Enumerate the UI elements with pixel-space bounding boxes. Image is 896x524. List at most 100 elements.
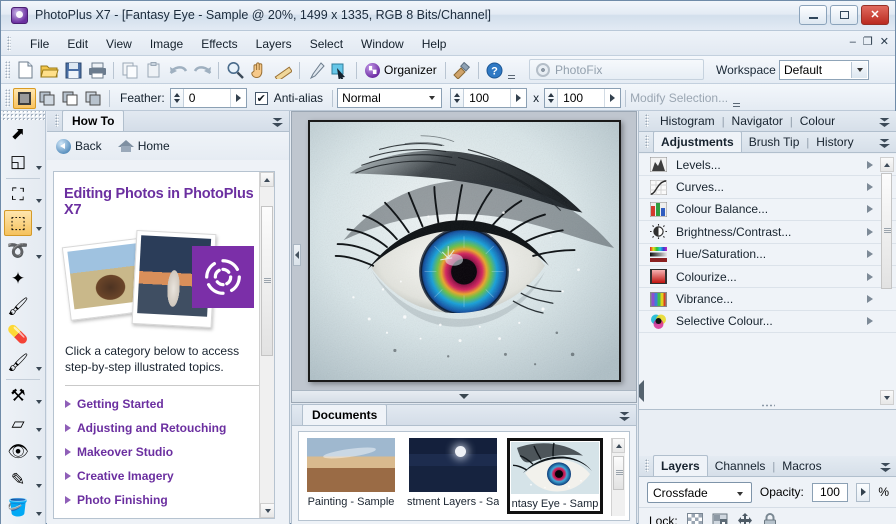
copy-icon[interactable] — [119, 59, 141, 81]
toolbar-overflow-icon[interactable] — [507, 61, 516, 79]
feather-value[interactable]: 0 — [184, 89, 230, 107]
tool-flyout-arrow-icon[interactable] — [36, 484, 42, 488]
top-dock-collapse-icon[interactable] — [878, 115, 891, 128]
collapse-panel-icon[interactable] — [271, 115, 284, 128]
adjustment-flyout-arrow-icon[interactable] — [867, 317, 873, 325]
document-thumbnail-item[interactable]: Painting - Sample — [303, 438, 399, 514]
lock-all-icon[interactable] — [762, 513, 778, 524]
adjustments-scroll-up-button[interactable] — [880, 157, 894, 172]
photofix-button[interactable]: PhotoFix — [529, 59, 704, 80]
canvas-collapse-left-icon[interactable] — [293, 244, 301, 266]
print-icon[interactable] — [86, 59, 108, 81]
clone-stamp-tool[interactable]: ⚒ — [1, 382, 44, 410]
adjustments-scroll-thumb[interactable] — [881, 173, 892, 289]
canvas-collapse-bottom-icon[interactable] — [292, 390, 636, 402]
adjustments-grip[interactable] — [645, 135, 649, 148]
adjustment-levels[interactable]: Levels... — [639, 154, 896, 176]
lock-transparency-icon[interactable] — [687, 513, 703, 524]
menu-item-image[interactable]: Image — [141, 34, 192, 54]
adjustment-selective-colour[interactable]: Selective Colour... — [639, 311, 896, 333]
menu-item-layers[interactable]: Layers — [247, 34, 301, 54]
open-file-icon[interactable] — [38, 59, 60, 81]
documents-scroll-up-button[interactable] — [612, 438, 625, 453]
red-eye-tool[interactable]: 👁 — [1, 438, 44, 466]
adjustment-flyout-arrow-icon[interactable] — [867, 205, 873, 213]
adjustment-flyout-arrow-icon[interactable] — [867, 295, 873, 303]
chevron-down-icon[interactable] — [851, 62, 867, 78]
anti-alias-checkbox[interactable]: ✔ — [255, 92, 268, 105]
workspace-select[interactable]: Default — [779, 60, 869, 80]
dock-collapse-left-icon[interactable] — [639, 385, 644, 397]
documents-scrollbar[interactable] — [611, 438, 625, 516]
adjustment-flyout-arrow-icon[interactable] — [867, 161, 873, 169]
documents-collapse-icon[interactable] — [618, 409, 631, 422]
layers-collapse-icon[interactable] — [879, 460, 892, 473]
lock-position-icon[interactable] — [737, 513, 753, 524]
tab-channels[interactable]: Channels — [708, 456, 773, 476]
width-spin-buttons[interactable] — [451, 89, 464, 107]
tab-navigator[interactable]: Navigator — [725, 111, 790, 131]
tool-flyout-arrow-icon[interactable] — [36, 227, 42, 231]
selection-brush-tool[interactable]: 🖌 — [1, 293, 44, 321]
sweep-brush-icon[interactable] — [451, 59, 473, 81]
adjustment-vibrance[interactable]: Vibrance... — [639, 288, 896, 310]
width-value[interactable]: 100 — [464, 89, 510, 107]
blend-mode-select[interactable]: Crossfade — [647, 482, 752, 503]
menu-item-help[interactable]: Help — [413, 34, 456, 54]
smudge-tool[interactable]: ✎ — [1, 466, 44, 494]
options-grip[interactable] — [5, 89, 10, 107]
adjustments-scrollbar[interactable] — [880, 157, 894, 405]
tool-flyout-arrow-icon[interactable] — [36, 255, 42, 259]
adjustment-flyout-arrow-icon[interactable] — [867, 228, 873, 236]
adjustments-collapse-icon[interactable] — [878, 136, 891, 149]
adjustment-colour-balance[interactable]: Colour Balance... — [639, 199, 896, 221]
selection-subtract-button[interactable] — [59, 88, 82, 109]
eraser-tool[interactable]: ▱ — [1, 410, 44, 438]
height-value[interactable]: 100 — [558, 89, 604, 107]
image-document[interactable] — [308, 120, 621, 382]
undo-icon[interactable] — [167, 59, 189, 81]
menu-item-view[interactable]: View — [97, 34, 141, 54]
organizer-button[interactable]: Organizer — [361, 62, 441, 79]
lock-image-pixels-icon[interactable] — [712, 513, 728, 524]
howto-category-getting-started[interactable]: Getting Started — [54, 392, 274, 416]
howto-scroll-up-button[interactable] — [260, 172, 274, 187]
howto-grip[interactable] — [55, 114, 59, 127]
tool-palette-grip[interactable] — [1, 111, 45, 120]
width-stepper[interactable]: 100 — [450, 88, 527, 108]
image-canvas-area[interactable] — [291, 111, 637, 403]
menubar-grip[interactable] — [7, 36, 11, 51]
selection-new-button[interactable] — [13, 88, 36, 109]
close-button[interactable]: ✕ — [861, 5, 889, 25]
lasso-select-tool[interactable]: ➰ — [1, 237, 44, 265]
quick-fix-icon[interactable] — [305, 59, 327, 81]
tab-history[interactable]: History — [809, 132, 860, 152]
tab-colour[interactable]: Colour — [793, 111, 842, 131]
tab-brush-tip[interactable]: Brush Tip — [742, 132, 807, 152]
tab-how-to[interactable]: How To — [62, 110, 124, 131]
menu-item-file[interactable]: File — [21, 34, 58, 54]
help-question-icon[interactable]: ? — [484, 59, 506, 81]
colour-picker-tool[interactable]: 💊 — [1, 321, 44, 349]
adjustment-curves[interactable]: Curves... — [639, 176, 896, 198]
save-icon[interactable] — [62, 59, 84, 81]
layers-grip[interactable] — [645, 459, 649, 472]
crop-tool[interactable]: ⛶ — [1, 181, 44, 209]
howto-category-photoplus-tools[interactable]: PhotoPlus Tools — [54, 512, 274, 519]
height-slider-icon[interactable] — [604, 89, 620, 107]
mdi-close-button[interactable]: ✕ — [880, 35, 889, 48]
document-thumbnail-item[interactable]: stment Layers - Sa — [405, 438, 501, 514]
adjustment-hue-saturation[interactable]: Hue/Saturation... — [639, 244, 896, 266]
adjustments-resize-grip[interactable] — [639, 402, 896, 409]
deform-tool[interactable]: ◱ — [1, 148, 44, 176]
toolbar-grip[interactable] — [5, 61, 10, 79]
menu-item-effects[interactable]: Effects — [192, 34, 246, 54]
feather-spin-buttons[interactable] — [171, 89, 184, 107]
howto-scroll-thumb[interactable] — [261, 206, 273, 356]
height-stepper[interactable]: 100 — [544, 88, 621, 108]
tool-flyout-arrow-icon[interactable] — [36, 428, 42, 432]
adjustment-colourize[interactable]: Colourize... — [639, 266, 896, 288]
options-overflow-icon[interactable] — [732, 89, 741, 107]
howto-category-photo-finishing[interactable]: Photo Finishing — [54, 488, 274, 512]
adjustment-flyout-arrow-icon[interactable] — [867, 250, 873, 258]
